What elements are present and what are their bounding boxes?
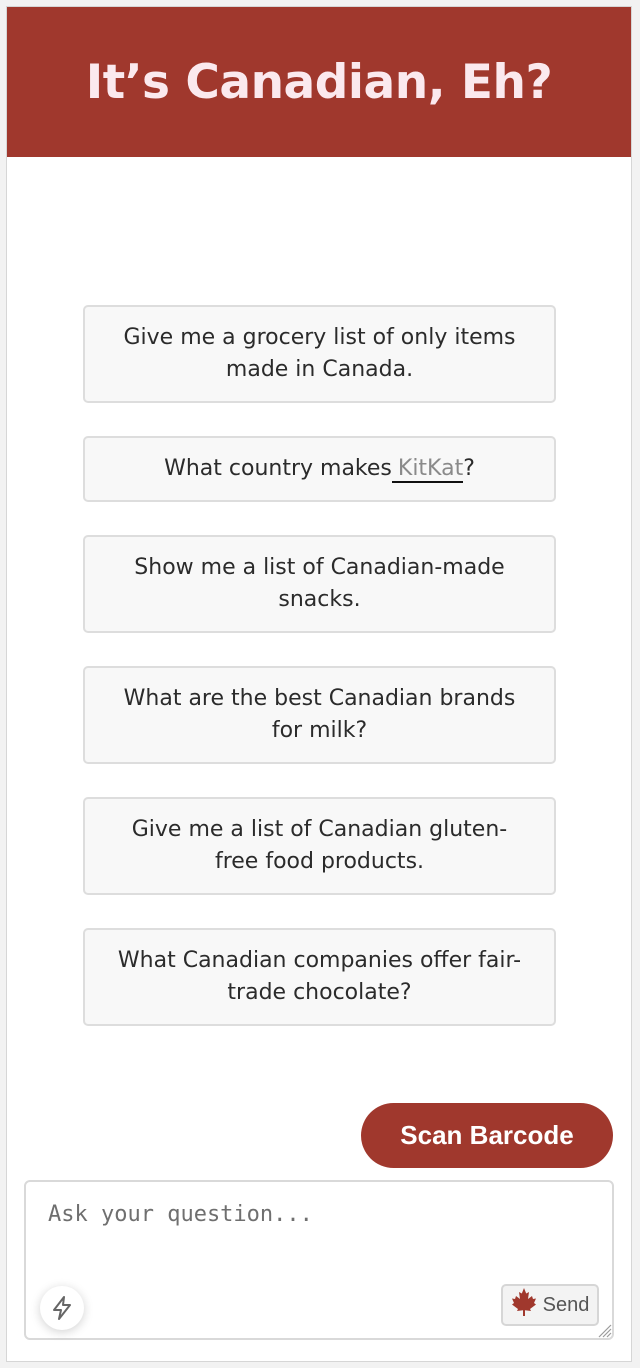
lightning-bolt-icon[interactable]	[40, 1286, 84, 1330]
suggestion-kitkat[interactable]: What country makes KitKat?	[83, 436, 556, 502]
suggestion-milk-brands[interactable]: What are the best Canadian brands for mi…	[83, 666, 556, 764]
suggestion-label: Give me a list of Canadian gluten-free f…	[131, 817, 508, 874]
suggestion-gluten-free[interactable]: Give me a list of Canadian gluten-free f…	[83, 797, 556, 895]
resize-handle-icon[interactable]	[594, 1320, 612, 1338]
suggestion-list: Give me a grocery list of only items mad…	[83, 305, 556, 1026]
suggestion-grocery-list[interactable]: Give me a grocery list of only items mad…	[83, 305, 556, 403]
suggestion-label: What are the best Canadian brands for mi…	[123, 686, 516, 743]
send-label: Send	[542, 1293, 590, 1316]
suggestion-label: Show me a list of Canadian-made snacks.	[134, 555, 505, 612]
suggestion-snacks[interactable]: Show me a list of Canadian-made snacks.	[83, 535, 556, 633]
app-title: It’s Canadian, Eh?	[85, 54, 553, 110]
send-button[interactable]: Send	[501, 1284, 599, 1326]
rotating-brand-highlight: KitKat	[391, 456, 464, 483]
suggestion-label: What country makes KitKat?	[164, 456, 475, 483]
question-input[interactable]	[48, 1202, 568, 1262]
suggestion-fair-trade-chocolate[interactable]: What Canadian companies offer fair-trade…	[83, 928, 556, 1026]
app-window: It’s Canadian, Eh? Give me a grocery lis…	[6, 6, 632, 1362]
question-composer: Send	[24, 1180, 614, 1340]
app-header: It’s Canadian, Eh?	[7, 7, 631, 157]
suggestion-label: What Canadian companies offer fair-trade…	[117, 948, 522, 1005]
suggestion-label: Give me a grocery list of only items mad…	[123, 325, 516, 382]
maple-leaf-icon	[511, 1287, 537, 1323]
scan-barcode-button[interactable]: Scan Barcode	[361, 1103, 613, 1168]
